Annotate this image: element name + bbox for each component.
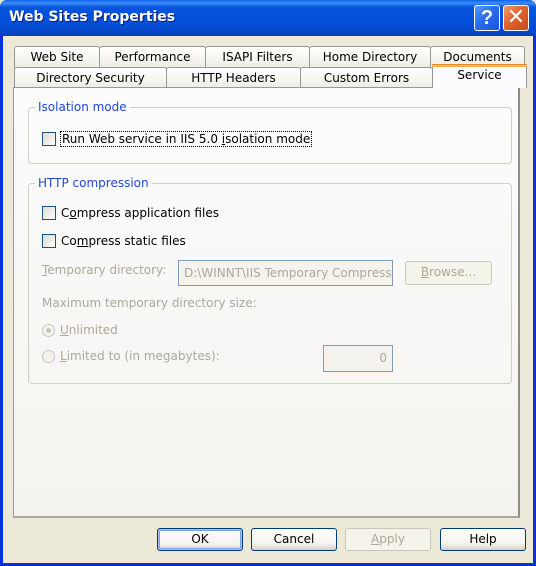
run-iis5-isolation-checkbox[interactable] <box>42 132 56 146</box>
unlimited-radio-row[interactable]: Unlimited <box>42 323 118 337</box>
tab-home-directory[interactable]: Home Directory <box>309 46 431 68</box>
compress-app-files-checkbox[interactable] <box>42 206 56 220</box>
limited-label: Limited to (in megabytes): <box>60 349 220 363</box>
tab-directory-security[interactable]: Directory Security <box>14 67 167 89</box>
tab-http-headers[interactable]: HTTP Headers <box>166 67 301 89</box>
close-icon[interactable]: ✕ <box>503 5 529 31</box>
run-iis5-isolation-label: Run Web service in IIS 5.0 isolation mod… <box>59 131 313 147</box>
isolation-mode-group: Isolation mode Run Web service in IIS 5.… <box>28 100 512 164</box>
title-bar[interactable]: Web Sites Properties ? ✕ <box>0 0 536 36</box>
unlimited-label: Unlimited <box>60 323 118 337</box>
tab-service[interactable]: Service <box>432 64 527 88</box>
http-compression-legend: HTTP compression <box>35 176 152 190</box>
browse-button[interactable]: Browse... <box>405 261 492 285</box>
temp-directory-input[interactable]: D:\WINNT\IIS Temporary Compressed Files <box>178 260 393 286</box>
tab-performance[interactable]: Performance <box>99 46 206 68</box>
limited-radio[interactable] <box>42 349 55 363</box>
compress-app-files-row[interactable]: Compress application files <box>42 206 219 220</box>
compress-static-files-row[interactable]: Compress static files <box>42 234 186 248</box>
window-title: Web Sites Properties <box>9 9 176 25</box>
max-size-label: Maximum temporary directory size: <box>42 296 257 310</box>
temp-directory-label: Temporary directory: <box>42 263 167 277</box>
limited-megabytes-input[interactable]: 0 <box>323 345 393 372</box>
http-compression-group: HTTP compression Compress application fi… <box>28 176 512 384</box>
help-icon[interactable]: ? <box>474 5 500 31</box>
isolation-mode-legend: Isolation mode <box>35 100 130 114</box>
compress-static-files-label: Compress static files <box>61 234 186 248</box>
run-iis5-isolation-checkbox-row[interactable]: Run Web service in IIS 5.0 isolation mod… <box>42 131 313 147</box>
tab-panel-service: Isolation mode Run Web service in IIS 5.… <box>13 87 520 518</box>
compress-app-files-label: Compress application files <box>61 206 219 220</box>
ok-button[interactable]: OK <box>157 528 243 551</box>
help-button[interactable]: Help <box>440 528 526 551</box>
tab-custom-errors[interactable]: Custom Errors <box>300 67 433 89</box>
tab-web-site[interactable]: Web Site <box>14 46 100 68</box>
cancel-button[interactable]: Cancel <box>251 528 337 551</box>
compress-static-files-checkbox[interactable] <box>42 234 56 248</box>
apply-button[interactable]: Apply <box>345 528 431 551</box>
tab-isapi-filters[interactable]: ISAPI Filters <box>205 46 310 68</box>
unlimited-radio[interactable] <box>42 323 55 337</box>
limited-radio-row[interactable]: Limited to (in megabytes): <box>42 349 220 363</box>
properties-dialog: Web Sites Properties ? ✕ Web Site Perfor… <box>0 0 536 566</box>
